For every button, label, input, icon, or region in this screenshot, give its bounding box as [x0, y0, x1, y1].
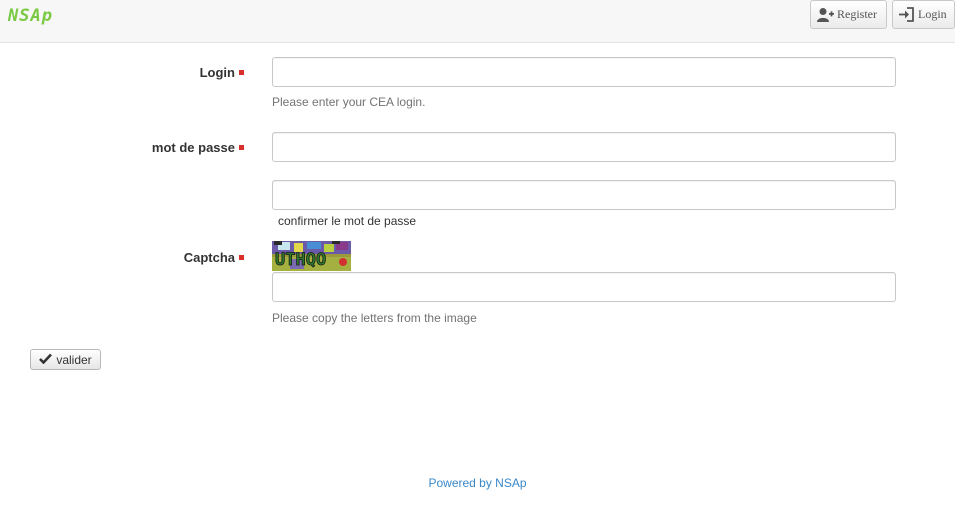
login-input[interactable] — [272, 57, 896, 87]
captcha-image-text: UTHQO — [275, 250, 326, 270]
confirm-password-help-text: confirmer le mot de passe — [278, 214, 417, 228]
top-navbar: NSAp Register Login — [0, 0, 955, 43]
password-field-label: mot de passe — [151, 140, 235, 155]
register-label: Register — [837, 7, 877, 21]
login-button[interactable]: Login — [892, 0, 955, 29]
confirm-password-input[interactable] — [272, 180, 896, 210]
captcha-field-label: Captcha — [183, 250, 235, 265]
brand-logo[interactable]: NSAp — [8, 6, 53, 26]
submit-button[interactable]: valider — [30, 349, 101, 370]
register-button[interactable]: Register — [810, 0, 887, 29]
checkmark-icon — [39, 353, 53, 367]
required-marker — [239, 70, 244, 75]
sign-in-icon — [898, 7, 915, 22]
captcha-input[interactable] — [272, 272, 896, 302]
add-user-icon — [816, 7, 834, 23]
login-help-text: Please enter your CEA login. — [272, 95, 426, 109]
powered-by-link[interactable]: Powered by NSAp — [428, 476, 526, 490]
password-input[interactable] — [272, 132, 896, 162]
required-marker — [239, 255, 244, 260]
login-field-label: Login — [199, 65, 235, 80]
login-label: Login — [918, 7, 947, 21]
footer: Powered by NSAp — [0, 476, 955, 490]
required-marker — [239, 145, 244, 150]
submit-label: valider — [56, 352, 92, 367]
captcha-help-text: Please copy the letters from the image — [272, 311, 477, 325]
captcha-image: UTHQO — [272, 241, 351, 271]
